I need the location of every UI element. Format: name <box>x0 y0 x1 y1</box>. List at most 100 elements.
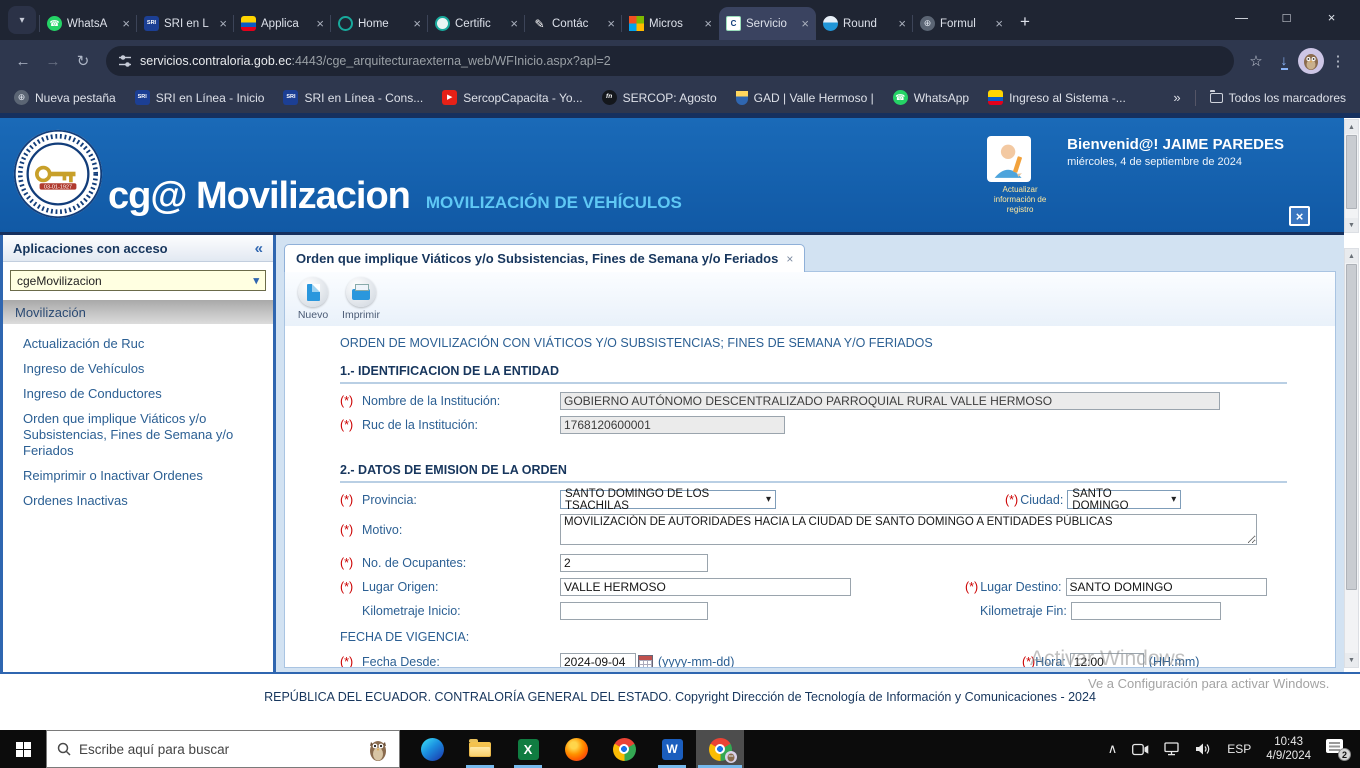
ciudad-select[interactable]: SANTO DOMINGO ▾ <box>1067 488 1182 512</box>
sidebar-item-ordenes-inactivas[interactable]: Ordenes Inactivas <box>23 493 255 509</box>
tab-applica[interactable]: Applica × <box>233 7 331 40</box>
taskbar-chrome-active[interactable] <box>696 730 744 768</box>
tab-servicios-active[interactable]: C Servicio × <box>719 7 816 40</box>
fecha-desde-label: Fecha Desde: <box>362 654 440 668</box>
maximize-button[interactable]: □ <box>1264 0 1309 34</box>
tab-formul[interactable]: ⊕ Formul × <box>912 7 1010 40</box>
scrollbar-thumb[interactable] <box>1346 135 1357 209</box>
tab-certific[interactable]: Certific × <box>427 7 525 40</box>
lugar-origen-input[interactable] <box>560 577 851 596</box>
nombre-institucion-input[interactable] <box>560 391 1220 410</box>
sidebar-item-orden-viaticos[interactable]: Orden que implique Viáticos y/o Subsiste… <box>23 411 255 459</box>
logout-close-button[interactable]: × <box>1289 206 1310 226</box>
language-indicator[interactable]: ESP <box>1227 742 1251 756</box>
fecha-desde-input[interactable] <box>560 652 636 667</box>
bookmark-sri-consultas[interactable]: SRI SRI en Línea - Cons... <box>283 90 423 105</box>
volume-icon[interactable] <box>1195 742 1212 756</box>
tab-roundcube[interactable]: Round × <box>815 7 913 40</box>
provincia-select[interactable]: SANTO DOMINGO DE LOS TSACHILAS ▾ <box>560 488 776 512</box>
user-avatar[interactable] <box>987 136 1032 182</box>
tab-close-icon[interactable]: × <box>219 16 227 31</box>
all-bookmarks-button[interactable]: Todos los marcadores <box>1209 89 1346 105</box>
content-scrollbar[interactable]: ▲ ▼ <box>1344 248 1359 668</box>
close-window-button[interactable]: × <box>1309 0 1354 34</box>
ruc-institucion-input[interactable] <box>560 415 785 434</box>
taskbar-search[interactable] <box>46 730 400 768</box>
nuevo-button[interactable]: Nuevo <box>293 277 333 326</box>
document-tab[interactable]: Orden que implique Viáticos y/o Subsiste… <box>284 244 806 272</box>
download-icon[interactable]: ↓ <box>1280 53 1288 70</box>
tab-close-icon[interactable]: × <box>801 16 809 31</box>
kilometraje-fin-input[interactable] <box>1070 601 1221 620</box>
scroll-down-icon[interactable]: ▼ <box>1345 218 1358 232</box>
ocupantes-input[interactable] <box>560 553 708 572</box>
tab-close-icon[interactable]: × <box>122 16 130 31</box>
header-scrollbar[interactable]: ▲ ▼ <box>1344 119 1359 233</box>
tab-sri[interactable]: SRI SRI en L × <box>136 7 234 40</box>
scroll-up-icon[interactable]: ▲ <box>1345 249 1358 263</box>
bookmark-ingreso-sistema[interactable]: Ingreso al Sistema -... <box>988 90 1126 105</box>
taskbar-chrome[interactable] <box>600 730 648 768</box>
bookmarks-overflow-chevron[interactable]: » <box>1173 90 1180 105</box>
sidebar-collapse-icon[interactable]: « <box>255 240 263 257</box>
kilometraje-inicio-input[interactable] <box>560 601 708 620</box>
tab-close-icon[interactable]: × <box>704 16 712 31</box>
profile-avatar[interactable] <box>1298 48 1324 74</box>
scrollbar-thumb[interactable] <box>1346 264 1357 590</box>
taskbar-edge[interactable] <box>408 730 456 768</box>
update-registration[interactable]: Actualizar información de registro <box>987 136 1053 215</box>
tab-close-icon[interactable]: × <box>510 16 518 31</box>
start-button[interactable] <box>0 730 46 768</box>
tab-search-button[interactable]: ▾ <box>8 6 36 34</box>
lugar-destino-input[interactable] <box>1065 577 1267 596</box>
sidebar-item-reimprimir-inactivar[interactable]: Reimprimir o Inactivar Ordenes <box>23 468 255 484</box>
bookmark-nueva-pestana[interactable]: ⊕ Nueva pestaña <box>14 90 116 105</box>
application-select[interactable]: cgeMovilizacion ▾ <box>10 270 266 291</box>
notification-center[interactable]: 2 <box>1326 739 1351 761</box>
bookmark-gad-valle-hermoso[interactable]: GAD | Valle Hermoso | <box>735 90 874 105</box>
new-document-icon <box>306 283 320 301</box>
tab-close-icon[interactable]: × <box>898 16 906 31</box>
bookmark-star-icon[interactable]: ☆ <box>1242 47 1270 75</box>
reload-icon[interactable]: ↻ <box>68 46 98 76</box>
scroll-up-icon[interactable]: ▲ <box>1345 120 1358 134</box>
browser-menu-icon[interactable]: ⋮ <box>1324 47 1352 75</box>
tab-close-icon[interactable]: × <box>995 16 1003 31</box>
site-info-icon[interactable] <box>118 54 132 68</box>
minimize-button[interactable]: — <box>1219 0 1264 34</box>
new-tab-button[interactable]: + <box>1020 12 1030 32</box>
section-1-title: 1.- IDENTIFICACION DE LA ENTIDAD <box>340 364 559 378</box>
scroll-down-icon[interactable]: ▼ <box>1345 653 1358 667</box>
taskbar-word[interactable]: W <box>648 730 696 768</box>
bookmark-sercop-agosto[interactable]: fn SERCOP: Agosto <box>601 90 717 105</box>
calendar-icon[interactable] <box>638 654 653 667</box>
tab-whatsapp[interactable]: ☎ WhatsA × <box>39 7 137 40</box>
tab-home[interactable]: Home × <box>330 7 428 40</box>
motivo-textarea[interactable]: MOVILIZACIÓN DE AUTORIDADES HACIA LA CIU… <box>560 514 1257 545</box>
taskbar-explorer[interactable] <box>456 730 504 768</box>
tab-contac[interactable]: ✎ Contác × <box>524 7 622 40</box>
taskbar-clock[interactable]: 10:43 4/9/2024 <box>1266 735 1311 763</box>
tab-close-icon[interactable]: × <box>316 16 324 31</box>
bookmark-sercopcapacita[interactable]: ▶ SercopCapacita - Yo... <box>442 90 583 105</box>
bookmark-whatsapp[interactable]: ☎ WhatsApp <box>892 90 969 105</box>
sidebar-item-ingreso-conductores[interactable]: Ingreso de Conductores <box>23 386 255 402</box>
address-bar[interactable]: servicios.contraloria.gob.ec:4443/cge_ar… <box>106 46 1234 76</box>
imprimir-button[interactable]: Imprimir <box>341 277 381 326</box>
owl-avatar-image <box>1304 54 1318 70</box>
tab-close-icon[interactable]: × <box>607 16 615 31</box>
search-input[interactable] <box>79 741 359 757</box>
tab-close-icon[interactable]: × <box>413 16 421 31</box>
bookmark-sri-inicio[interactable]: SRI SRI en Línea - Inicio <box>134 90 264 105</box>
forward-icon[interactable]: → <box>38 46 68 76</box>
tray-expand-icon[interactable]: ∧ <box>1108 741 1118 757</box>
meet-now-camera-icon[interactable] <box>1132 743 1149 756</box>
sidebar-item-ingreso-vehiculos[interactable]: Ingreso de Vehículos <box>23 361 255 377</box>
network-icon[interactable] <box>1164 742 1180 756</box>
back-icon[interactable]: ← <box>8 46 38 76</box>
document-tab-close-icon[interactable]: × <box>786 252 793 266</box>
sidebar-item-actualizacion-ruc[interactable]: Actualización de Ruc <box>23 336 255 352</box>
taskbar-firefox[interactable] <box>552 730 600 768</box>
taskbar-excel[interactable]: X <box>504 730 552 768</box>
tab-micros[interactable]: Micros × <box>621 7 719 40</box>
